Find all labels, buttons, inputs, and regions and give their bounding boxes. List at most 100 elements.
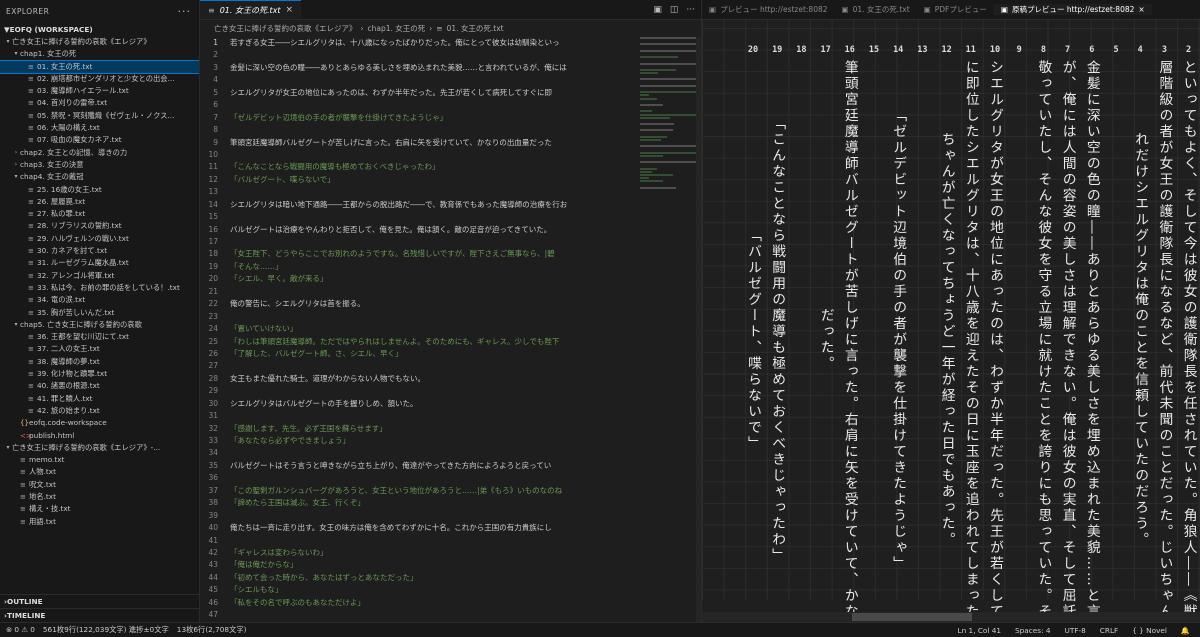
preview-tab[interactable]: ▣ 原稿プレビュー http://estzet:8082 × bbox=[993, 4, 1152, 15]
code-line[interactable]: 24 「置いていけない」 bbox=[200, 323, 640, 335]
tree-item[interactable]: ≡ 呪文.txt bbox=[0, 479, 199, 491]
code-line[interactable]: 45 「シエルもな」 bbox=[200, 584, 640, 596]
tree-item[interactable]: ≡ 30. カネアを討て.txt bbox=[0, 245, 199, 257]
code-line[interactable]: 1 若すぎる女王――シエルグリタは、十八歳になったばかりだった。俺にとって彼女は幼… bbox=[200, 37, 640, 49]
tree-item[interactable]: ≡ 06. 大陽の構え.txt bbox=[0, 122, 199, 134]
tree-item[interactable]: ≡ 39. 化け物と蹟罪.txt bbox=[0, 368, 199, 380]
code-line[interactable]: 34 bbox=[200, 447, 640, 459]
tree-item[interactable]: ≡ 31. ルーゼグラム魔水晶.txt bbox=[0, 257, 199, 269]
code-line[interactable]: 41 bbox=[200, 535, 640, 547]
cursor-position[interactable]: Ln 1, Col 41 bbox=[958, 626, 1001, 635]
breadcrumb-item[interactable]: 亡き女王に捧げる誓約の哀歌《エレジア》 bbox=[214, 23, 357, 34]
code-line[interactable]: 4 bbox=[200, 74, 640, 86]
code-lines[interactable]: 1 若すぎる女王――シエルグリタは、十八歳になったばかりだった。俺にとって彼女は幼… bbox=[200, 37, 640, 622]
code-line[interactable]: 2 bbox=[200, 49, 640, 61]
code-line[interactable]: 38 「諦めたら王国は滅ぶ。女王、行くぞ」 bbox=[200, 497, 640, 509]
code-line[interactable]: 35 バルゼグートはそう言うと呻きながら立ち上がり、俺達がやってきた方向によろよろ… bbox=[200, 460, 640, 472]
tree-item[interactable]: ≡ 用語.txt bbox=[0, 516, 199, 528]
code-line[interactable]: 5 シエルグリタが女王の地位にあったのは、わずか半年だった。先王が若くして病死して… bbox=[200, 87, 640, 99]
timeline-section[interactable]: › TIMELINE bbox=[0, 608, 199, 622]
breadcrumb-item[interactable]: chap1. 女王の死 bbox=[368, 23, 426, 34]
tree-item[interactable]: {} eofq.code-workspace bbox=[0, 417, 199, 429]
workspace-section[interactable]: ▼ EOFQ (WORKSPACE) bbox=[0, 22, 199, 36]
code-line[interactable]: 37 「この聖剣ガルンシュバーグがあろうと、女王という地位があろうと……|弟《もろ… bbox=[200, 485, 640, 497]
code-line[interactable]: 25 「わしは筆頭宮廷魔導師。ただではやられはしませんよ。そのためにも、ギャレス。… bbox=[200, 336, 640, 348]
code-line[interactable]: 8 bbox=[200, 124, 640, 136]
tree-item[interactable]: ≡ 構え・技.txt bbox=[0, 503, 199, 515]
code-line[interactable]: 31 bbox=[200, 410, 640, 422]
line-ending[interactable]: CRLF bbox=[1100, 626, 1118, 635]
preview-tab[interactable]: ▣ プレビュー http://estzet:8082 bbox=[702, 4, 835, 15]
tree-item[interactable]: ≡ 地名.txt bbox=[0, 491, 199, 503]
code-line[interactable]: 6 bbox=[200, 99, 640, 111]
char-count[interactable]: 561枚9行(122,039文字) 進捗±0文字 bbox=[43, 625, 169, 635]
code-line[interactable]: 12 「バルゼグート、喋らないで」 bbox=[200, 174, 640, 186]
page-count[interactable]: 13枚6行(2,708文字) bbox=[177, 625, 247, 635]
code-line[interactable]: 32 「感謝します、先生。必ず王国を蘇らせます」 bbox=[200, 423, 640, 435]
code-line[interactable]: 7 「ゼルデビット辺境伯の手の者が襲撃を仕掛けてきたようじゃ」 bbox=[200, 112, 640, 124]
indent-setting[interactable]: Spaces: 4 bbox=[1015, 626, 1050, 635]
tree-item[interactable]: ≡ 42. 旅の始まり.txt bbox=[0, 405, 199, 417]
tree-item[interactable]: › chap2. 女王との記憶、導きの力 bbox=[0, 147, 199, 159]
preview-tab[interactable]: ▣ PDFプレビュー bbox=[917, 4, 994, 15]
code-line[interactable]: 19 「そんな……」 bbox=[200, 261, 640, 273]
tree-item[interactable]: ▾ 亡き女王に捧げる誓約の哀歌《エレジア》 bbox=[0, 36, 199, 48]
split-editor-icon[interactable]: ◫ bbox=[670, 5, 679, 15]
preview-icon[interactable]: ▣ bbox=[653, 5, 662, 15]
tree-item[interactable]: ≡ 05. 禁呪・冥刻殲熾《ゼヴェル・ノクス... bbox=[0, 110, 199, 122]
code-line[interactable]: 23 bbox=[200, 311, 640, 323]
code-line[interactable]: 40 俺たちは一斉に走り出す。女王の味方は俺を含めてわずかに十名。これから王国の有… bbox=[200, 522, 640, 534]
outline-section[interactable]: › OUTLINE bbox=[0, 594, 199, 608]
tree-item[interactable]: ≡ 01. 女王の死.txt bbox=[0, 59, 199, 74]
code-line[interactable]: 21 bbox=[200, 286, 640, 298]
code-line[interactable]: 29 bbox=[200, 385, 640, 397]
code-line[interactable]: 43 「俺は俺だからな」 bbox=[200, 559, 640, 571]
tree-item[interactable]: ≡ 03. 魔導師ハイエラール.txt bbox=[0, 85, 199, 97]
tree-item[interactable]: ≡ 28. リブラリスの誓約.txt bbox=[0, 220, 199, 232]
language-mode[interactable]: { } Novel bbox=[1132, 626, 1167, 635]
scrollbar-thumb[interactable] bbox=[852, 613, 972, 621]
tree-item[interactable]: ▾ chap1. 女王の死 bbox=[0, 48, 199, 60]
tree-item[interactable]: ≡ 26. 屋履罠.txt bbox=[0, 196, 199, 208]
code-line[interactable]: 3 金髪に深い空の色の瞳――ありとあらゆる美しさを埋め込まれた美貌……と言われてい… bbox=[200, 62, 640, 74]
tree-item[interactable]: ≡ 33. 私は今、お前の罪の話をしている！.txt bbox=[0, 282, 199, 294]
tree-item[interactable]: ≡ memo.txt bbox=[0, 454, 199, 466]
code-line[interactable]: 20 「シエル、早く。敵が来る」 bbox=[200, 273, 640, 285]
tree-item[interactable]: ▾ chap5. 亡き女王に捧げる誓約の哀歌 bbox=[0, 319, 199, 331]
more-actions-icon[interactable]: ··· bbox=[178, 5, 192, 18]
code-line[interactable]: 42 「ギャレスは変わらないわ」 bbox=[200, 547, 640, 559]
code-line[interactable]: 16 バルゼグートは治療をやんわりと拒否して、俺を見た。俺は頷く。敵の足音が迫って… bbox=[200, 224, 640, 236]
tree-item[interactable]: ≡ 人物.txt bbox=[0, 466, 199, 478]
tree-item[interactable]: ≡ 04. 首刈りの雷帝.txt bbox=[0, 97, 199, 109]
code-line[interactable]: 33 「あなたなら必ずやできましょう」 bbox=[200, 435, 640, 447]
tree-item[interactable]: ≡ 27. 私の罪.txt bbox=[0, 208, 199, 220]
tree-item[interactable]: ≡ 29. ハルヴェルンの戦い.txt bbox=[0, 233, 199, 245]
code-line[interactable]: 15 bbox=[200, 211, 640, 223]
problems-indicator[interactable]: ⊗ 0 ⚠ 0 bbox=[6, 625, 35, 635]
code-line[interactable]: 9 筆頭宮廷魔導師バルゼグートが苦しげに言った。右肩に矢を受けていて、かなりの出血… bbox=[200, 137, 640, 149]
preview-scrollbar[interactable] bbox=[702, 612, 1200, 622]
breadcrumb-item[interactable]: 01. 女王の死.txt bbox=[447, 23, 504, 34]
more-actions-icon[interactable]: ··· bbox=[686, 5, 695, 15]
tree-item[interactable]: ▾ chap4. 女王の戴冠 bbox=[0, 171, 199, 183]
tree-item[interactable]: ≡ 38. 魔導師の夢.txt bbox=[0, 356, 199, 368]
close-icon[interactable]: × bbox=[1138, 5, 1144, 14]
code-line[interactable]: 44 「初めて会った時から、あなたはずっとあなただった」 bbox=[200, 572, 640, 584]
code-line[interactable]: 39 bbox=[200, 510, 640, 522]
tree-item[interactable]: ≡ 37. 二人の女王.txt bbox=[0, 343, 199, 355]
code-line[interactable]: 13 bbox=[200, 186, 640, 198]
minimap[interactable] bbox=[640, 37, 696, 277]
tree-item[interactable]: ≡ 25. 16歳の女王.txt bbox=[0, 184, 199, 196]
tree-item[interactable]: ≡ 40. 諸悪の根源.txt bbox=[0, 380, 199, 392]
code-line[interactable]: 22 俺の警告に、シエルグリタは首を振る。 bbox=[200, 298, 640, 310]
preview-tab[interactable]: ▣ 01. 女王の死.txt bbox=[835, 4, 917, 15]
code-line[interactable]: 26 「了解した、バルゼグート師。さ、シエル、早く」 bbox=[200, 348, 640, 360]
code-line[interactable]: 46 「私をその名で呼ぶのもあなただけよ」 bbox=[200, 597, 640, 609]
code-line[interactable]: 47 bbox=[200, 609, 640, 621]
code-line[interactable]: 17 bbox=[200, 236, 640, 248]
tree-item[interactable]: ≡ 36. 王都を望む川辺にて.txt bbox=[0, 331, 199, 343]
code-line[interactable]: 27 bbox=[200, 360, 640, 372]
code-line[interactable]: 11 「こんなことなら戦闘用の魔導も極めておくべきじゃったわ」 bbox=[200, 161, 640, 173]
tree-item[interactable]: ≡ 02. 崩塔都市ゼンダリオと少女との出会... bbox=[0, 73, 199, 85]
tree-item[interactable]: ▾ 亡き女王に捧げる誓約の哀歌《エレジア》-... bbox=[0, 442, 199, 454]
